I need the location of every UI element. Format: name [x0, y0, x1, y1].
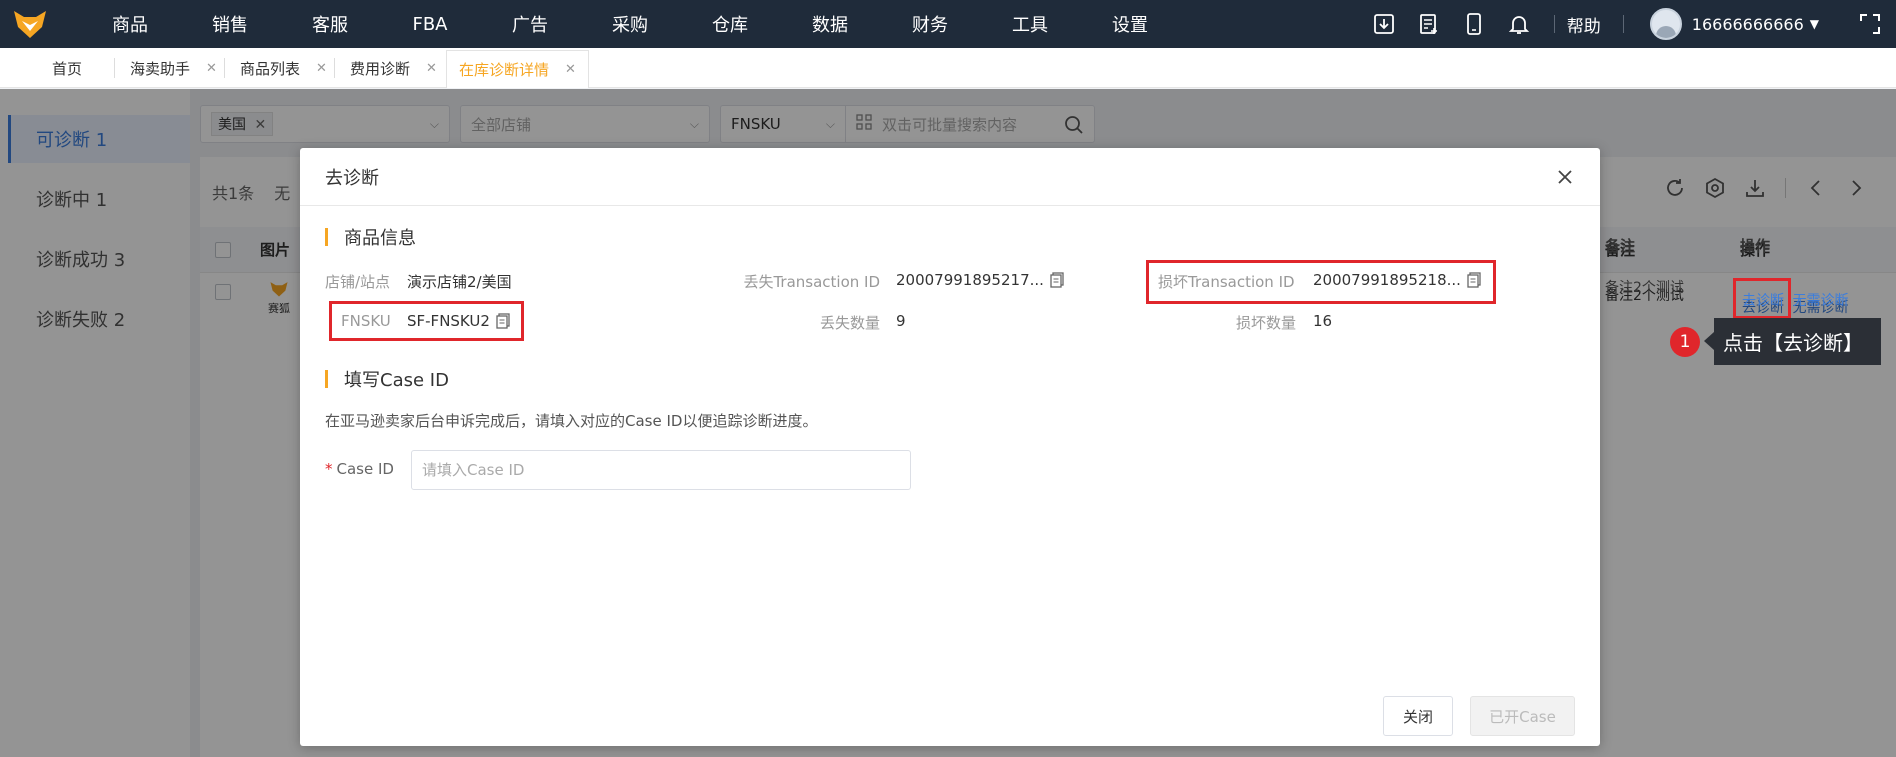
nav-item-service[interactable]: 客服 [280, 11, 380, 37]
close-icon[interactable] [1552, 164, 1578, 190]
copy-icon[interactable] [1467, 272, 1481, 288]
logo-icon[interactable] [0, 0, 60, 48]
mobile-icon[interactable] [1452, 0, 1497, 48]
avatar[interactable] [1649, 8, 1682, 40]
diagnose-link[interactable]: 去诊断 [1742, 293, 1784, 309]
case-id-label: * Case ID [325, 460, 394, 478]
help-link[interactable]: 帮助 [1567, 12, 1601, 37]
damaged-quantity-value: 16 [1313, 312, 1333, 330]
nav-item-products[interactable]: 商品 [80, 11, 180, 37]
main-menu: 商品 销售 客服 FBA 广告 采购 仓库 数据 财务 工具 设置 [80, 11, 1180, 37]
tab-bar: 首页 海卖助手 ✕ 商品列表 ✕ 费用诊断 ✕ 在库诊断详情 ✕ [0, 48, 1896, 88]
case-opened-button[interactable]: 已开Case [1470, 696, 1575, 736]
step-tooltip: 点击【去诊断】 [1704, 318, 1881, 365]
close-button[interactable]: 关闭 [1383, 696, 1453, 736]
chevron-down-icon[interactable]: ▼ [1810, 17, 1819, 31]
lost-quantity-label: 丢失数量 [819, 314, 880, 332]
store-site-value: 演示店铺2/美国 [407, 273, 512, 291]
damaged-transaction-id-value: 20007991895218... [1313, 271, 1481, 289]
case-id-label-text: Case ID [336, 460, 394, 478]
remark-cell-visible: 备注2个测试 [1605, 280, 1684, 296]
no-diagnosis-link[interactable]: 无需诊断 [1792, 293, 1848, 309]
damaged-transaction-id-label: 损坏Transaction ID [1158, 273, 1295, 291]
damaged-quantity-label: 损坏数量 [1235, 314, 1296, 332]
action-cell-highlighted: 去诊断 无需诊断 [1742, 290, 1848, 310]
bell-icon[interactable] [1497, 0, 1542, 48]
nav-item-purchase[interactable]: 采购 [580, 11, 680, 37]
section-title: 填写Case ID [344, 370, 449, 391]
tab-home[interactable]: 首页 [52, 48, 82, 88]
dialog-header: 去诊断 [300, 148, 1600, 206]
nav-item-data[interactable]: 数据 [780, 11, 880, 37]
fullscreen-icon[interactable] [1847, 0, 1892, 48]
nav-item-finance[interactable]: 财务 [880, 11, 980, 37]
case-id-instructions: 在亚马逊卖家后台申诉完成后，请填入对应的Case ID以便追踪诊断进度。 [325, 412, 818, 430]
nav-item-ads[interactable]: 广告 [480, 11, 580, 37]
tab-label: 商品列表 [240, 59, 301, 78]
user-name[interactable]: 16666666666 [1692, 15, 1804, 34]
fnsku-label: FNSKU [341, 312, 391, 330]
tab-fee-diagnosis[interactable]: 费用诊断 ✕ [350, 48, 437, 88]
lost-quantity-value: 9 [896, 312, 906, 330]
close-icon[interactable]: ✕ [206, 61, 217, 76]
required-mark: * [325, 460, 333, 478]
nav-divider [1553, 15, 1555, 33]
top-nav: 商品 销售 客服 FBA 广告 采购 仓库 数据 财务 工具 设置 帮助 166… [0, 0, 1896, 48]
section-accent-bar [325, 370, 328, 388]
diagnose-dialog: 去诊断 商品信息 店铺/站点 演示店铺2/美国 丢失Transaction ID… [300, 148, 1600, 746]
download-icon[interactable] [1362, 0, 1407, 48]
lost-transaction-id-value: 20007991895217... [896, 271, 1064, 289]
nav-item-settings[interactable]: 设置 [1080, 11, 1180, 37]
nav-item-sales[interactable]: 销售 [180, 11, 280, 37]
section-case-id: 填写Case ID [325, 366, 449, 392]
damaged-transaction-id-text: 20007991895218... [1313, 271, 1461, 289]
dialog-title: 去诊断 [325, 167, 379, 189]
column-header-remark-visible: 备注 [1605, 237, 1636, 255]
tab-label: 在库诊断详情 [459, 61, 550, 79]
copy-icon[interactable] [1050, 272, 1064, 288]
tab-label: 海卖助手 [130, 59, 191, 78]
fnsku-value: SF-FNSKU2 [407, 312, 510, 330]
copy-icon[interactable] [496, 313, 510, 329]
close-icon[interactable]: ✕ [316, 61, 327, 76]
column-header-action-visible: 操作 [1740, 237, 1771, 255]
case-id-input[interactable] [411, 450, 911, 490]
tab-inventory-diagnosis-detail[interactable]: 在库诊断详情 ✕ [446, 50, 589, 88]
tab-product-list[interactable]: 商品列表 ✕ [240, 48, 327, 88]
fnsku-text: SF-FNSKU2 [407, 312, 490, 330]
section-product-info: 商品信息 [325, 224, 416, 250]
tab-label: 费用诊断 [350, 59, 411, 78]
store-site-label: 店铺/站点 [325, 273, 391, 291]
tab-label: 首页 [52, 59, 83, 78]
section-accent-bar [325, 228, 328, 246]
task-list-icon[interactable] [1407, 0, 1452, 48]
tab-divider [114, 58, 115, 78]
tab-divider [224, 58, 225, 78]
nav-divider [1622, 15, 1624, 33]
section-title: 商品信息 [344, 228, 416, 249]
lost-transaction-id-text: 20007991895217... [896, 271, 1044, 289]
nav-item-warehouse[interactable]: 仓库 [680, 11, 780, 37]
nav-item-tools[interactable]: 工具 [980, 11, 1080, 37]
lost-transaction-id-label: 丢失Transaction ID [743, 273, 880, 291]
nav-item-fba[interactable]: FBA [380, 14, 480, 35]
tab-divider [334, 58, 335, 78]
tab-haimai-assistant[interactable]: 海卖助手 ✕ [130, 48, 217, 88]
close-icon[interactable]: ✕ [426, 61, 437, 76]
step-number-badge: 1 [1670, 327, 1700, 357]
close-icon[interactable]: ✕ [565, 62, 576, 77]
